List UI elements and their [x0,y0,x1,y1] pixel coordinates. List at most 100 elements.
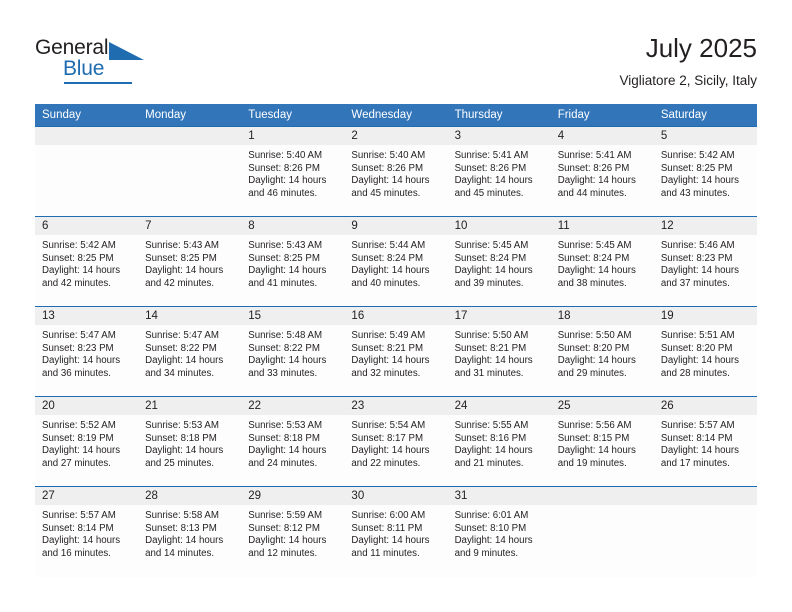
day-cell[interactable]: 1 Sunrise: 5:40 AM Sunset: 8:26 PM Daylight… [241,126,345,217]
calendar-body: 1 Sunrise: 5:40 AM Sunset: 8:26 PM Daylight… [35,126,757,577]
day-cell[interactable]: 23 Sunrise: 5:54 AM Sunset: 8:17 PM Dayligh… [344,396,448,487]
weekday-header-monday: Monday [138,104,242,127]
day-details: Sunrise: 5:40 AM Sunset: 8:26 PM Daylight:… [344,145,447,200]
sunset-time: Sunset: 8:20 PM [557,342,630,354]
sunrise-time: Sunrise: 5:41 AM [557,150,632,161]
day-cell[interactable]: 17 Sunrise: 5:50 AM Sunset: 8:21 PM Dayligh… [447,306,551,397]
day-cell[interactable]: 14 Sunrise: 5:47 AM Sunset: 8:22 PM Dayligh… [138,306,242,397]
daylight-line-2: and 14 minutes. [145,547,215,559]
daylight-line-2: and 37 minutes. [660,277,730,289]
day-number: 20 [35,397,139,415]
day-details: Sunrise: 5:55 AM Sunset: 8:16 PM Daylight:… [448,415,551,470]
sunrise-time: Sunrise: 5:44 AM [351,240,426,251]
daylight-line-1: Daylight: 14 hours [42,535,121,547]
daylight-line-2: and 44 minutes. [557,187,627,199]
calendar-week-row: 13 Sunrise: 5:47 AM Sunset: 8:23 PM Dayligh… [35,306,757,397]
day-cell[interactable]: 19 Sunrise: 5:51 AM Sunset: 8:20 PM Dayligh… [653,306,757,397]
sunrise-time: Sunrise: 5:48 AM [248,330,323,341]
day-cell[interactable]: 15 Sunrise: 5:48 AM Sunset: 8:22 PM Dayligh… [241,306,345,397]
day-cell[interactable]: 29 Sunrise: 5:59 AM Sunset: 8:12 PM Dayligh… [241,486,345,577]
day-number [35,127,139,145]
day-cell[interactable]: 16 Sunrise: 5:49 AM Sunset: 8:21 PM Dayligh… [344,306,448,397]
day-cell[interactable]: 2 Sunrise: 5:40 AM Sunset: 8:26 PM Daylight… [344,126,448,217]
day-number: 19 [653,307,757,325]
day-cell[interactable]: 9 Sunrise: 5:44 AM Sunset: 8:24 PM Daylight… [344,216,448,307]
day-cell[interactable]: 26 Sunrise: 5:57 AM Sunset: 8:14 PM Dayligh… [653,396,757,487]
day-cell[interactable]: 21 Sunrise: 5:53 AM Sunset: 8:18 PM Dayligh… [138,396,242,487]
day-number: 18 [550,307,654,325]
day-details: Sunrise: 5:45 AM Sunset: 8:24 PM Daylight:… [448,235,551,290]
daylight-line-2: and 34 minutes. [145,367,215,379]
sunset-time: Sunset: 8:21 PM [351,342,424,354]
day-cell[interactable]: 6 Sunrise: 5:42 AM Sunset: 8:25 PM Daylight… [35,216,139,307]
day-details: Sunrise: 5:54 AM Sunset: 8:17 PM Daylight:… [344,415,447,470]
page-title: July 2025 [645,33,757,63]
day-cell[interactable]: 24 Sunrise: 5:55 AM Sunset: 8:16 PM Dayligh… [447,396,551,487]
sunrise-time: Sunrise: 5:55 AM [454,420,529,431]
day-number: 1 [241,127,345,145]
day-number [138,127,242,145]
day-number: 24 [447,397,551,415]
daylight-line-1: Daylight: 14 hours [248,265,327,277]
day-cell[interactable]: 31 Sunrise: 6:01 AM Sunset: 8:10 PM Dayligh… [447,486,551,577]
day-cell[interactable]: 3 Sunrise: 5:41 AM Sunset: 8:26 PM Daylight… [447,126,551,217]
day-cell[interactable]: 7 Sunrise: 5:43 AM Sunset: 8:25 PM Daylight… [138,216,242,307]
page-subtitle: Vigliatore 2, Sicily, Italy [619,73,757,88]
day-cell[interactable]: 5 Sunrise: 5:42 AM Sunset: 8:25 PM Daylight… [653,126,757,217]
day-number: 25 [550,397,654,415]
sunrise-time: Sunrise: 5:50 AM [454,330,529,341]
daylight-line-1: Daylight: 14 hours [42,445,121,457]
sunrise-time: Sunrise: 6:01 AM [454,510,529,521]
day-details: Sunrise: 5:49 AM Sunset: 8:21 PM Daylight:… [344,325,447,380]
daylight-line-2: and 42 minutes. [145,277,215,289]
sunrise-time: Sunrise: 5:43 AM [145,240,219,251]
sunrise-time: Sunrise: 5:42 AM [660,150,735,161]
sunrise-time: Sunrise: 5:57 AM [42,510,116,521]
day-details: Sunrise: 5:50 AM Sunset: 8:20 PM Daylight:… [551,325,654,380]
daylight-line-1: Daylight: 14 hours [351,535,430,547]
daylight-line-2: and 19 minutes. [557,457,627,469]
day-cell[interactable]: 18 Sunrise: 5:50 AM Sunset: 8:20 PM Dayligh… [550,306,654,397]
day-number: 6 [35,217,139,235]
day-cell[interactable]: 12 Sunrise: 5:46 AM Sunset: 8:23 PM Dayligh… [653,216,757,307]
day-cell[interactable]: 20 Sunrise: 5:52 AM Sunset: 8:19 PM Dayligh… [35,396,139,487]
day-details: Sunrise: 5:50 AM Sunset: 8:21 PM Daylight:… [448,325,551,380]
day-cell[interactable]: 8 Sunrise: 5:43 AM Sunset: 8:25 PM Daylight… [241,216,345,307]
daylight-line-1: Daylight: 14 hours [557,445,636,457]
sunset-time: Sunset: 8:22 PM [145,342,217,354]
day-details: Sunrise: 5:47 AM Sunset: 8:23 PM Daylight:… [35,325,138,380]
weekday-header-wednesday: Wednesday [344,104,448,127]
page-header: General Blue July 2025 Vigliatore 2, Sic… [0,0,792,100]
daylight-line-1: Daylight: 14 hours [248,355,327,367]
day-cell[interactable]: 27 Sunrise: 5:57 AM Sunset: 8:14 PM Dayligh… [35,486,139,577]
sunrise-time: Sunrise: 5:42 AM [42,240,116,251]
day-number: 27 [35,487,139,505]
daylight-line-2: and 33 minutes. [248,367,318,379]
general-blue-logo[interactable]: General Blue [35,36,165,84]
day-cell-empty [138,126,242,217]
daylight-line-1: Daylight: 14 hours [351,175,430,187]
day-cell[interactable]: 28 Sunrise: 5:58 AM Sunset: 8:13 PM Dayligh… [138,486,242,577]
sunset-time: Sunset: 8:13 PM [145,522,217,534]
calendar-header-row: Sunday Monday Tuesday Wednesday Thursday Frid… [35,104,757,127]
day-details: Sunrise: 5:56 AM Sunset: 8:15 PM Daylight:… [551,415,654,470]
calendar-week-row: 6 Sunrise: 5:42 AM Sunset: 8:25 PM Daylight… [35,216,757,307]
sunset-time: Sunset: 8:22 PM [248,342,320,354]
daylight-line-2: and 38 minutes. [557,277,627,289]
day-cell-empty [35,126,139,217]
sunrise-time: Sunrise: 5:46 AM [660,240,735,251]
day-number: 28 [138,487,242,505]
daylight-line-1: Daylight: 14 hours [248,535,327,547]
day-cell[interactable]: 11 Sunrise: 5:45 AM Sunset: 8:24 PM Dayligh… [550,216,654,307]
day-cell[interactable]: 4 Sunrise: 5:41 AM Sunset: 8:26 PM Daylight… [550,126,654,217]
daylight-line-1: Daylight: 14 hours [454,535,533,547]
day-number: 14 [138,307,242,325]
day-cell[interactable]: 13 Sunrise: 5:47 AM Sunset: 8:23 PM Dayligh… [35,306,139,397]
day-cell[interactable]: 25 Sunrise: 5:56 AM Sunset: 8:15 PM Dayligh… [550,396,654,487]
day-cell[interactable]: 30 Sunrise: 6:00 AM Sunset: 8:11 PM Dayligh… [344,486,448,577]
day-cell[interactable]: 22 Sunrise: 5:53 AM Sunset: 8:18 PM Dayligh… [241,396,345,487]
sunset-time: Sunset: 8:19 PM [42,432,114,444]
day-number: 21 [138,397,242,415]
day-cell[interactable]: 10 Sunrise: 5:45 AM Sunset: 8:24 PM Dayligh… [447,216,551,307]
daylight-line-1: Daylight: 14 hours [42,265,121,277]
